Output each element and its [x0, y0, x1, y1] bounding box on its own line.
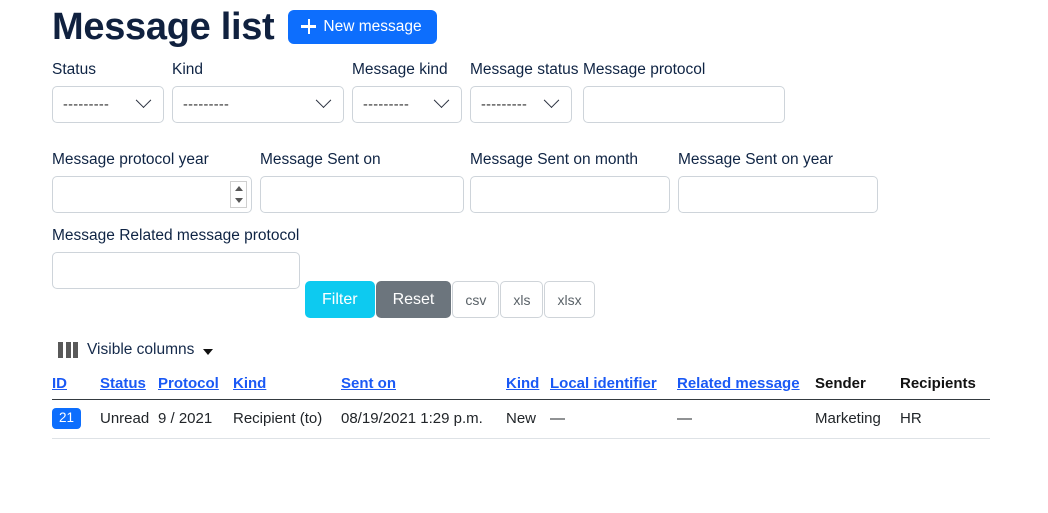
filter-group-related-message-protocol: Message Related message protocol	[52, 226, 300, 289]
cell-local-identifier: —	[550, 399, 677, 439]
message-list-page: Message list New message Status --------…	[0, 0, 1048, 513]
sort-link-message-kind[interactable]: Kind	[506, 375, 539, 392]
message-protocol-year-input[interactable]	[52, 176, 252, 213]
sort-link-sent-on[interactable]: Sent on	[341, 375, 396, 392]
chevron-down-icon	[315, 92, 332, 109]
number-stepper[interactable]	[230, 181, 247, 208]
filter-row-2: Message protocol year Message Sent on Me…	[52, 138, 1012, 226]
chevron-down-icon	[433, 92, 450, 109]
kind-select[interactable]: ---------	[172, 86, 344, 123]
new-message-button-label: New message	[323, 17, 422, 35]
page-title: Message list	[52, 6, 275, 48]
filter-group-message-sent-on: Message Sent on	[260, 150, 464, 213]
filter-group-message-sent-on-month: Message Sent on month	[470, 150, 670, 213]
column-header-message-kind: Kind	[506, 375, 550, 400]
cell-id: 21	[52, 399, 100, 439]
filter-group-kind: Kind ---------	[172, 60, 344, 123]
filter-row-3: Message Related message protocol	[52, 226, 1012, 289]
visible-columns-label: Visible columns	[87, 341, 195, 358]
filter-label-message-sent-on: Message Sent on	[260, 151, 381, 168]
related-message-protocol-input[interactable]	[52, 252, 300, 289]
column-header-related-message: Related message	[677, 375, 815, 400]
stepper-up-icon[interactable]	[234, 185, 243, 191]
column-header-kind: Kind	[233, 375, 341, 400]
column-header-protocol: Protocol	[158, 375, 233, 400]
filter-label-message-sent-on-month: Message Sent on month	[470, 151, 639, 168]
chevron-down-icon	[135, 92, 152, 109]
column-header-recipients: Recipients	[900, 375, 990, 400]
column-header-sent-on: Sent on	[341, 375, 506, 400]
sort-link-status[interactable]: Status	[100, 375, 146, 392]
message-table-head: ID Status Protocol Kind Sent on Kind Loc…	[52, 375, 990, 400]
filter-label-message-protocol: Message protocol	[583, 61, 706, 78]
cell-protocol: 9 / 2021	[158, 399, 233, 439]
filter-group-status: Status ---------	[52, 60, 164, 123]
filter-group-message-kind: Message kind ---------	[352, 60, 462, 123]
sort-link-protocol[interactable]: Protocol	[158, 375, 219, 392]
cell-related-message: —	[677, 399, 815, 439]
sort-link-related-message[interactable]: Related message	[677, 375, 800, 392]
column-header-sender: Sender	[815, 375, 900, 400]
filter-label-related-message-protocol: Message Related message protocol	[52, 227, 300, 244]
new-message-button[interactable]: New message	[288, 9, 437, 45]
message-status-select-value: ---------	[481, 96, 528, 113]
filter-label-status: Status	[52, 61, 96, 78]
plus-icon	[301, 19, 317, 34]
kind-select-value: ---------	[183, 96, 230, 113]
sort-link-id[interactable]: ID	[52, 375, 67, 392]
id-badge[interactable]: 21	[52, 408, 82, 429]
message-sent-on-month-input[interactable]	[470, 176, 670, 213]
status-select-value: ---------	[63, 96, 110, 113]
cell-sent-on: 08/19/2021 1:29 p.m.	[341, 399, 506, 439]
filter-actions: Filter Reset csv xls xlsx	[305, 281, 595, 318]
message-table-body: 21 Unread 9 / 2021 Recipient (to) 08/19/…	[52, 399, 990, 439]
message-sent-on-input[interactable]	[260, 176, 464, 213]
filter-label-message-status: Message status	[470, 61, 579, 78]
cell-status: Unread	[100, 399, 158, 439]
filter-label-kind: Kind	[172, 61, 204, 78]
message-status-select[interactable]: ---------	[470, 86, 572, 123]
filter-group-message-status: Message status ---------	[470, 60, 579, 123]
filter-group-message-protocol-year: Message protocol year	[52, 150, 252, 213]
filter-button[interactable]: Filter	[305, 281, 375, 318]
status-select[interactable]: ---------	[52, 86, 164, 123]
visible-columns-dropdown[interactable]: Visible columns	[58, 341, 214, 359]
column-header-local-identifier: Local identifier	[550, 375, 677, 400]
export-xls-button[interactable]: xls	[500, 281, 544, 318]
reset-button[interactable]: Reset	[375, 281, 452, 318]
sort-link-kind[interactable]: Kind	[233, 375, 266, 392]
filter-label-message-sent-on-year: Message Sent on year	[678, 151, 834, 168]
export-xlsx-button[interactable]: xlsx	[544, 281, 595, 318]
chevron-down-icon	[203, 348, 214, 355]
message-kind-select-value: ---------	[363, 96, 410, 113]
column-header-status: Status	[100, 375, 158, 400]
cell-recipients: HR	[900, 399, 990, 439]
cell-message-kind: New	[506, 399, 550, 439]
cell-kind: Recipient (to)	[233, 399, 341, 439]
message-kind-select[interactable]: ---------	[352, 86, 462, 123]
filter-group-message-protocol: Message protocol	[583, 60, 785, 123]
cell-sender: Marketing	[815, 399, 900, 439]
stepper-down-icon[interactable]	[234, 198, 243, 204]
message-protocol-input[interactable]	[583, 86, 785, 123]
message-sent-on-year-input[interactable]	[678, 176, 878, 213]
table-header-row: ID Status Protocol Kind Sent on Kind Loc…	[52, 375, 990, 400]
message-table: ID Status Protocol Kind Sent on Kind Loc…	[52, 375, 990, 439]
column-header-id: ID	[52, 375, 100, 400]
filter-group-message-sent-on-year: Message Sent on year	[678, 150, 878, 213]
table-row[interactable]: 21 Unread 9 / 2021 Recipient (to) 08/19/…	[52, 399, 990, 439]
filter-row-1: Status --------- Kind --------- Message …	[52, 60, 1012, 138]
columns-icon	[58, 342, 78, 358]
filter-label-message-kind: Message kind	[352, 61, 448, 78]
export-csv-button[interactable]: csv	[452, 281, 500, 318]
chevron-down-icon	[543, 92, 560, 109]
page-header: Message list New message	[52, 4, 437, 50]
filter-form: Status --------- Kind --------- Message …	[52, 60, 1012, 289]
filter-label-message-protocol-year: Message protocol year	[52, 151, 209, 168]
sort-link-local-identifier[interactable]: Local identifier	[550, 375, 657, 392]
